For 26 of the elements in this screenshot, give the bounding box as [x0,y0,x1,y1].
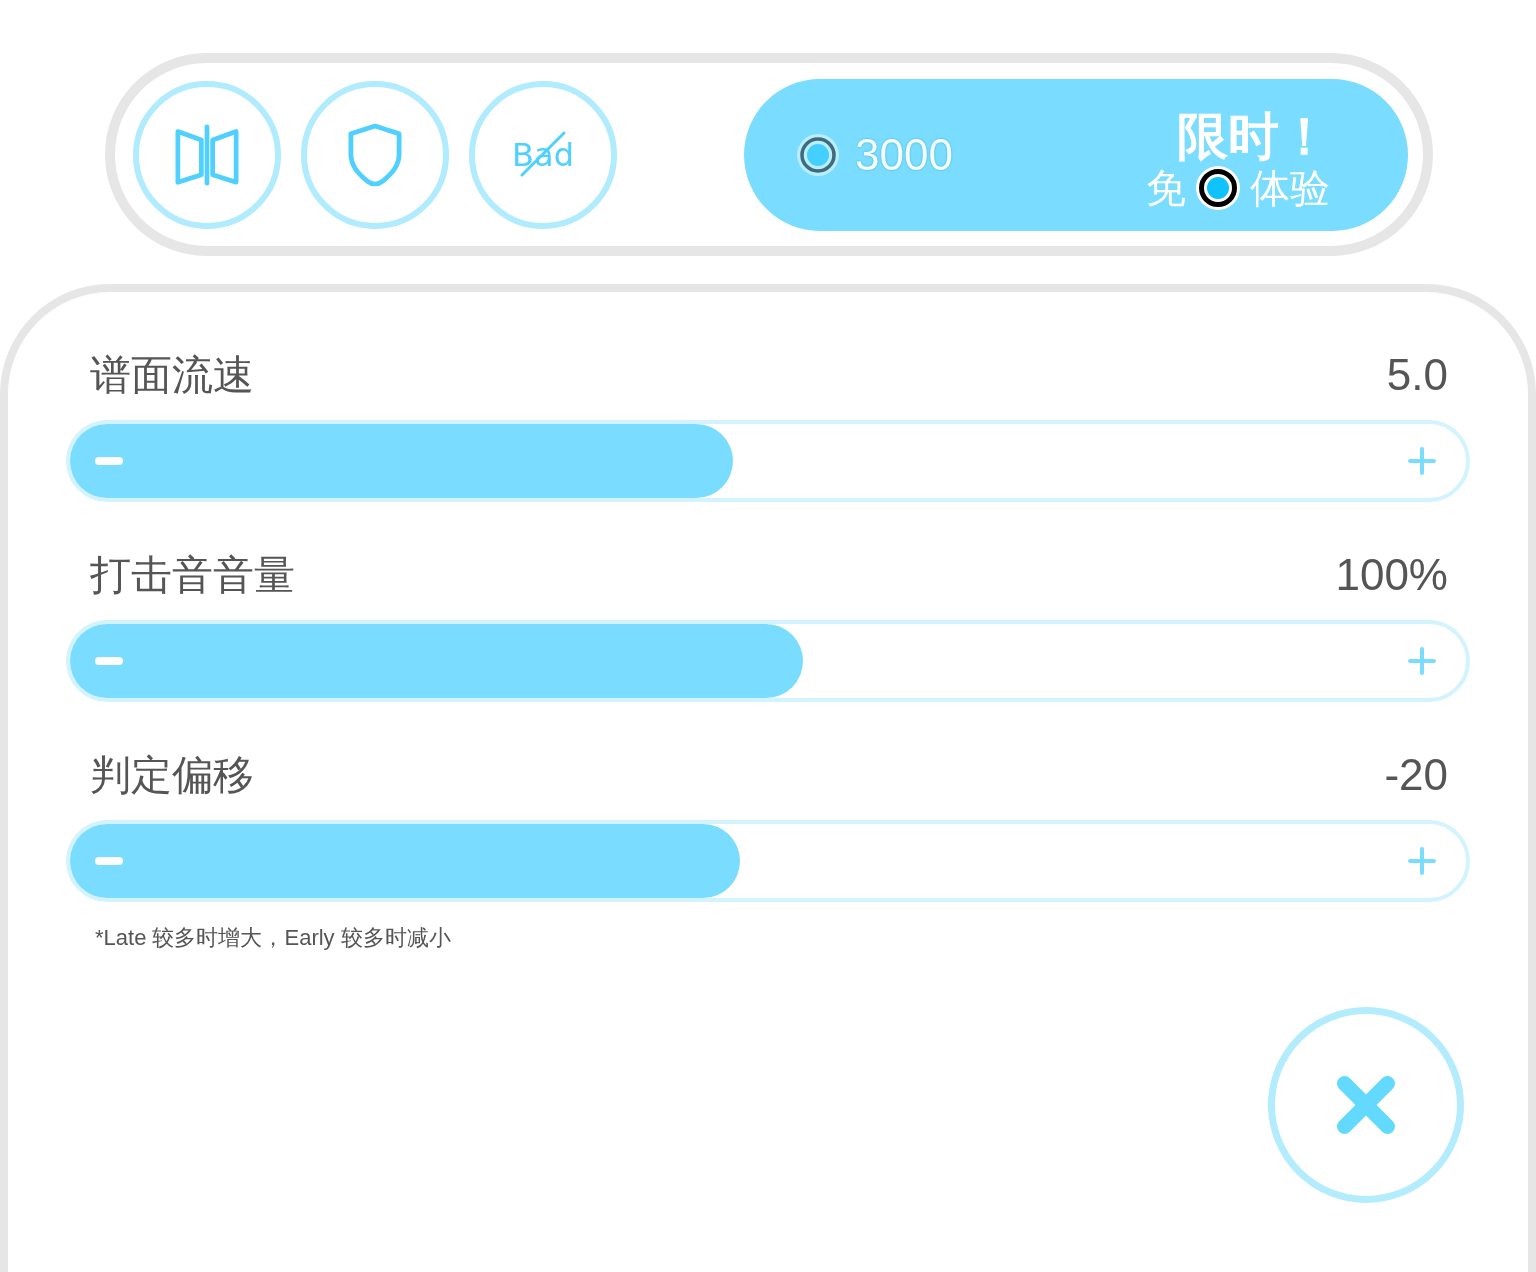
slider-fill[interactable] [70,424,734,498]
coin-icon [797,133,839,176]
footnote-text: *Late 较多时增大，Early 较多时减小 [95,924,451,952]
setting-label: 判定偏移 [90,751,254,799]
minus-icon[interactable] [95,857,123,865]
promo-text: 体验 [1250,164,1330,211]
setting-value: -20 [1384,751,1448,799]
promo-text: 免 [1146,164,1186,211]
setting-value: 5.0 [1386,351,1448,399]
slider-fill[interactable] [70,824,741,898]
promo-button[interactable]: 3000 限时！ 免 体验 [744,78,1408,231]
plus-icon[interactable] [1408,847,1436,875]
shield-icon [348,122,402,187]
minus-icon[interactable] [95,657,123,665]
coin-price: 3000 [855,132,953,177]
slider-fill[interactable] [70,624,803,698]
setting-label: 谱面流速 [90,351,254,399]
close-icon [1337,1076,1395,1134]
coin-icon [1196,165,1240,210]
promo-title: 限时！ [1177,108,1330,165]
setting-label: 打击音音量 [90,551,295,599]
setting-value: 100% [1335,551,1448,599]
mirror-icon [175,123,239,186]
plus-icon[interactable] [1408,647,1436,675]
plus-icon[interactable] [1408,447,1436,475]
minus-icon[interactable] [95,457,123,465]
